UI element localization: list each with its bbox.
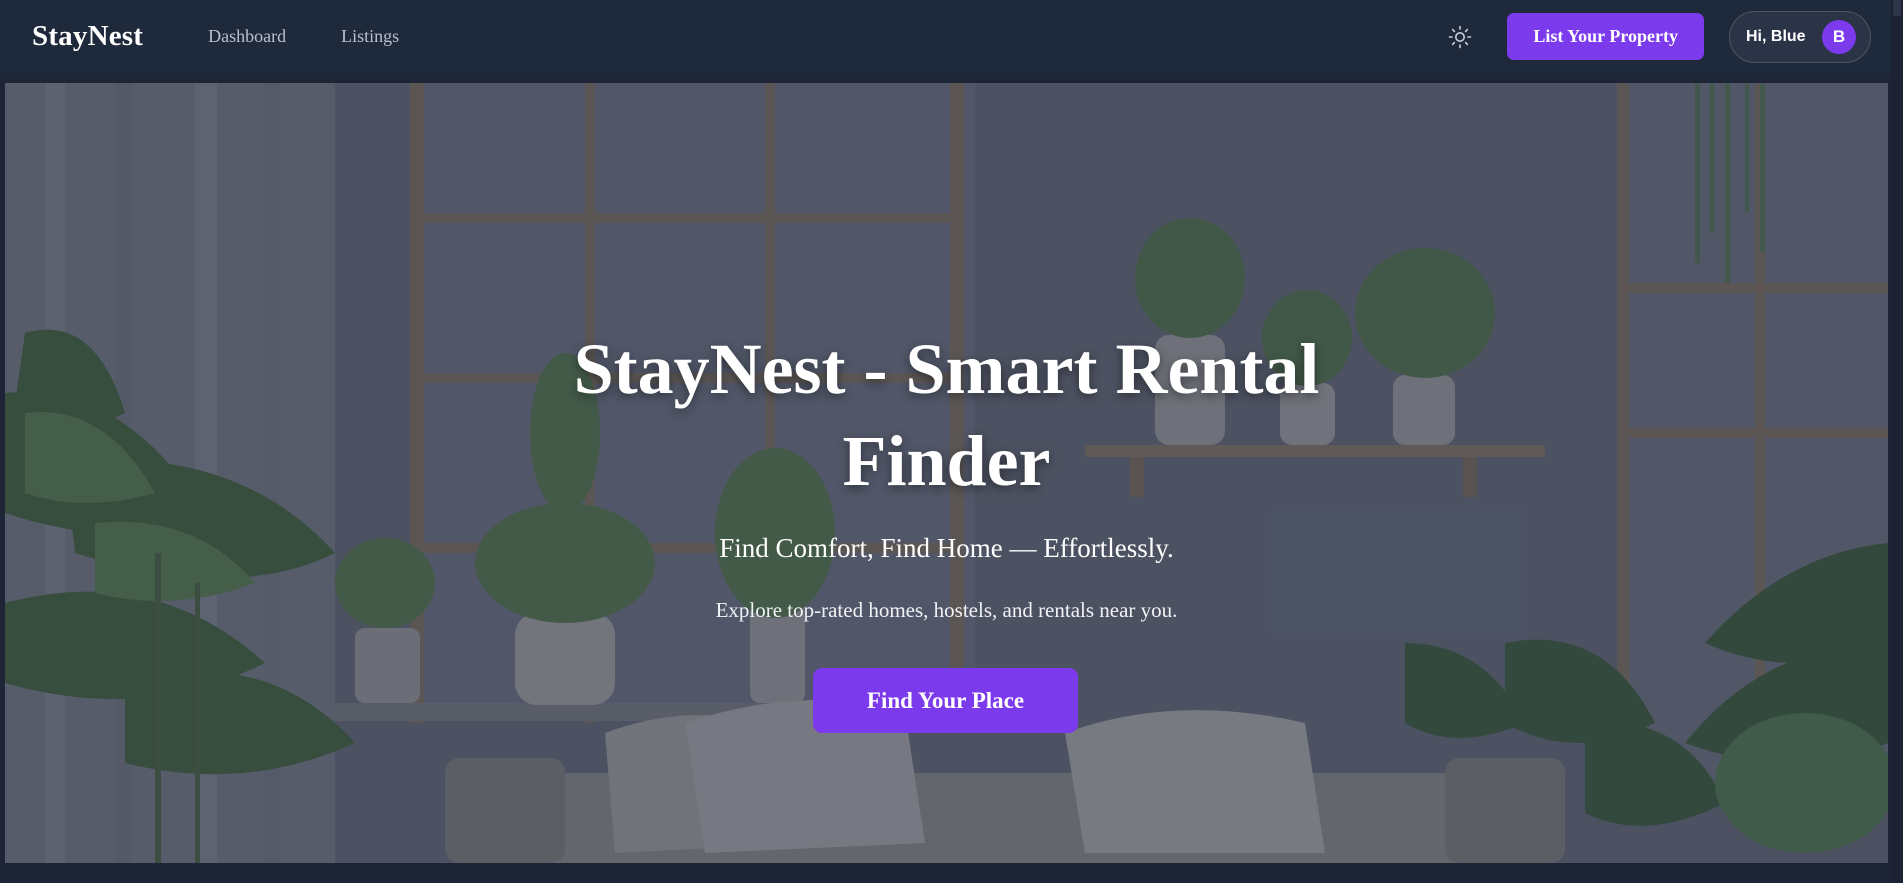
user-menu-button[interactable]: Hi, Blue B	[1729, 10, 1871, 63]
find-your-place-button[interactable]: Find Your Place	[813, 668, 1078, 733]
sun-icon	[1449, 25, 1472, 48]
hero-title-line-1: StayNest - Smart Rental	[573, 329, 1320, 409]
hero-title-line-2: Finder	[842, 421, 1051, 501]
user-greeting: Hi, Blue	[1746, 27, 1806, 45]
list-property-button[interactable]: List Your Property	[1507, 13, 1704, 60]
hero-banner: StayNest - Smart Rental Finder Find Comf…	[5, 83, 1888, 863]
brand-logo[interactable]: StayNest	[32, 20, 143, 53]
hero-content: StayNest - Smart Rental Finder Find Comf…	[5, 83, 1888, 863]
scrollbar-thumb[interactable]	[1893, 0, 1901, 16]
hero-description: Explore top-rated homes, hostels, and re…	[715, 598, 1178, 622]
hero-subtitle: Find Comfort, Find Home — Effortlessly.	[719, 533, 1174, 563]
top-navbar: StayNest Dashboard Listings List Your Pr…	[0, 0, 1903, 73]
scrollbar[interactable]	[1891, 0, 1903, 883]
nav-right-group: List Your Property Hi, Blue B	[1445, 10, 1871, 63]
nav-links: Dashboard Listings	[208, 26, 399, 47]
theme-toggle-button[interactable]	[1445, 22, 1475, 52]
nav-link-dashboard[interactable]: Dashboard	[208, 26, 286, 47]
hero-title: StayNest - Smart Rental Finder	[5, 323, 1888, 507]
avatar: B	[1822, 19, 1856, 54]
nav-link-listings[interactable]: Listings	[341, 26, 399, 47]
